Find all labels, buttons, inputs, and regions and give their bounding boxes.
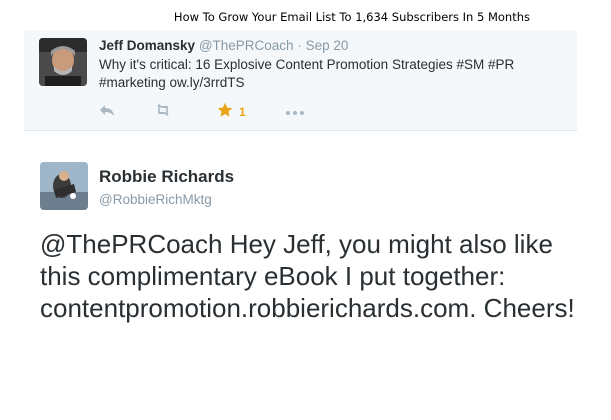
tweet-date[interactable]: Sep 20 (306, 38, 349, 53)
page-caption: How To Grow Your Email List To 1,634 Sub… (173, 10, 530, 24)
main-tweet-text: @ThePRCoach Hey Jeff, you might also lik… (40, 229, 575, 323)
retweet-icon (154, 103, 172, 122)
reply-icon (99, 103, 115, 122)
more-button[interactable] (285, 104, 305, 120)
author-handle[interactable]: @RobbieRichMktg (99, 192, 212, 207)
favorite-button[interactable]: 1 (217, 102, 246, 123)
avatar[interactable] (40, 162, 88, 210)
retweet-button[interactable] (154, 103, 172, 122)
separator: · (297, 38, 302, 53)
more-icon (285, 103, 305, 121)
avatar[interactable] (39, 38, 87, 86)
favorite-star-icon (217, 102, 233, 123)
parent-tweet-header: Jeff Domansky @ThePRCoach · Sep 20 (99, 38, 348, 53)
parent-tweet-text: Why it's critical: 16 Explosive Content … (99, 57, 515, 90)
tweet-actions: 1 (99, 102, 329, 123)
favorite-count: 1 (239, 105, 246, 119)
author-handle[interactable]: @ThePRCoach (199, 38, 294, 53)
parent-tweet[interactable]: Jeff Domansky @ThePRCoach · Sep 20 Why i… (24, 30, 577, 131)
author-name[interactable]: Robbie Richards (99, 167, 234, 187)
author-name[interactable]: Jeff Domansky (99, 38, 195, 53)
reply-button[interactable] (99, 104, 115, 120)
